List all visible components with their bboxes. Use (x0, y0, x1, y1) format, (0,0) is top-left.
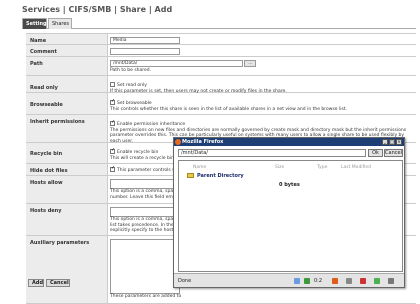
col-name[interactable]: Name (193, 165, 206, 170)
row-readonly: Read only Set read only If this paramete… (26, 76, 416, 94)
hostsdeny-field[interactable] (110, 207, 180, 217)
shield-icon[interactable] (304, 278, 310, 284)
dialog-ok-button[interactable]: Ok (368, 149, 383, 157)
dialog-titlebar: Mozilla Firefox (174, 138, 404, 146)
path-field[interactable]: /mnt/Data/ (110, 60, 243, 67)
readonly-cb-label: Set read only (117, 83, 147, 88)
browseable-hint: This controls whether this share is seen… (110, 106, 348, 112)
browseable-checkbox[interactable] (110, 99, 115, 105)
hidedot-label: Hide dot files (30, 168, 68, 174)
hostsallow-label: Hosts allow (30, 180, 63, 186)
noscript-icon[interactable] (332, 278, 338, 284)
total-size: 0 bytes (279, 182, 300, 188)
folder-icon (187, 173, 194, 178)
dialog-title: Mozilla Firefox (182, 139, 224, 145)
addon-icon[interactable] (294, 278, 300, 284)
readonly-label: Read only (30, 85, 58, 91)
browseable-label: Browseable (30, 102, 63, 108)
dialog-statusbar: Done 0:2 (174, 273, 404, 287)
recycle-cb-label: Enable recycle bin (117, 150, 159, 155)
browse-button[interactable]: ... (244, 60, 257, 67)
dialog-file-list: Name Size Type Last Modified Parent Dire… (178, 160, 403, 272)
readonly-checkbox[interactable] (110, 82, 115, 87)
status-ok-icon[interactable] (374, 278, 380, 284)
inherit-label: Inherit permissions (30, 119, 85, 125)
hostsallow-field[interactable] (110, 179, 180, 189)
tab-settings[interactable]: Settings (22, 18, 50, 29)
stop-icon[interactable] (360, 278, 366, 284)
hidedot-cb-label: This parameter controls wh (117, 168, 179, 173)
row-name: Name Media (26, 34, 416, 45)
hidedot-checkbox[interactable] (110, 166, 115, 172)
maximize-icon[interactable]: □ (389, 139, 395, 145)
aux-label: Auxiliary parameters (30, 240, 90, 246)
settings-icon[interactable] (388, 278, 394, 284)
row-path: Path /mnt/Data/ ... Path to be shared. (26, 57, 416, 76)
aux-hint: These parameters are added to (110, 294, 182, 299)
minimize-icon[interactable]: _ (382, 139, 388, 145)
close-icon[interactable]: × (396, 139, 402, 145)
row-browseable: Browseable Set browseable This controls … (26, 93, 416, 115)
page-title: Services | CIFS/SMB | Share | Add (22, 5, 173, 14)
path-hint: Path to be shared. (110, 67, 152, 73)
dialog-cancel-button[interactable]: Cancel (384, 149, 403, 157)
comment-field[interactable] (110, 48, 180, 55)
col-type[interactable]: Type (317, 165, 327, 170)
tab-bar: Settings Shares (22, 18, 416, 29)
inherit-checkbox[interactable] (110, 120, 115, 126)
browseable-cb-label: Set browseable (117, 101, 152, 106)
path-label: Path (30, 61, 43, 67)
cancel-button[interactable]: Cancel (46, 279, 70, 287)
firefox-logo-icon (175, 139, 181, 145)
share-form: Name Media Comment Path /mnt/Data/ ... P… (26, 33, 416, 304)
recycle-label: Recycle bin (30, 151, 63, 157)
col-size[interactable]: Size (275, 165, 284, 170)
file-browser-dialog: Mozilla Firefox _ □ × /mnt/Data/ Ok Canc… (173, 137, 405, 288)
hostsdeny-label: Hosts deny (30, 208, 62, 214)
recycle-checkbox[interactable] (110, 148, 115, 154)
row-comment: Comment (26, 45, 416, 57)
tab-shares[interactable]: Shares (48, 18, 72, 29)
adblock-icon[interactable] (346, 278, 352, 284)
add-button[interactable]: Add (28, 279, 44, 287)
status-text: Done (178, 278, 192, 284)
aux-field[interactable] (110, 239, 180, 294)
inherit-cb-label: Enable permission inheritance (117, 122, 186, 127)
comment-label: Comment (30, 49, 57, 55)
status-counter: 0:2 (314, 278, 323, 284)
parent-directory-link[interactable]: Parent Directory (197, 173, 244, 179)
name-label: Name (30, 38, 47, 44)
col-last-modified[interactable]: Last Modified (341, 165, 371, 170)
name-field[interactable]: Media (110, 37, 180, 44)
dialog-path-input[interactable]: /mnt/Data/ (178, 149, 366, 157)
